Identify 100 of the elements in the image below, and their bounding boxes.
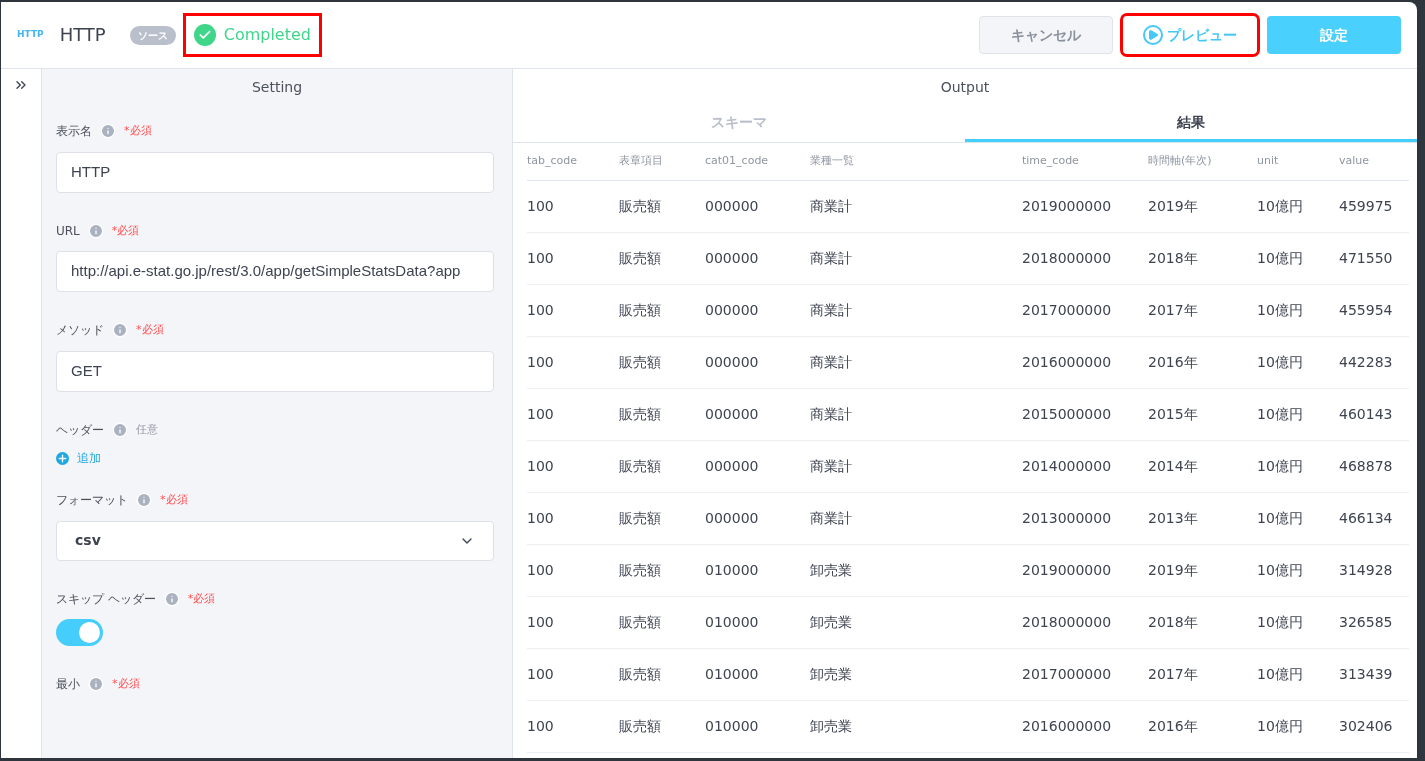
column-header: tab_code bbox=[527, 153, 579, 170]
table-cell-text: 000000 bbox=[705, 509, 760, 528]
table-cell-text: 販売額 bbox=[619, 249, 662, 268]
column-header: 表章項目 bbox=[619, 153, 664, 170]
column-header: cat01_code bbox=[705, 153, 770, 170]
table-cell-text: 000000 bbox=[705, 353, 760, 372]
input-field[interactable]: GET bbox=[56, 350, 494, 392]
table-cell-text: 2016年 bbox=[1148, 717, 1199, 736]
table-cell-text: 010000 bbox=[705, 561, 760, 580]
select-field[interactable]: csv bbox=[56, 520, 494, 561]
table-cell-text: 卸売業 bbox=[810, 613, 853, 632]
table-cell-text: 販売額 bbox=[619, 197, 662, 216]
table-cell-text: 460143 bbox=[1339, 405, 1394, 424]
table-cell-text: 商業計 bbox=[810, 509, 853, 528]
table-cell-text: 010000 bbox=[705, 665, 760, 684]
table-cell-text: 2019年 bbox=[1148, 197, 1199, 216]
table-cell-text: 卸売業 bbox=[810, 561, 853, 580]
field-label: フォーマット bbox=[56, 492, 128, 509]
table-cell-text: 2015000000 bbox=[1022, 405, 1113, 424]
table-cell-text: 442283 bbox=[1339, 353, 1394, 372]
column-header: value bbox=[1339, 153, 1371, 170]
table-cell-text: 100 bbox=[527, 509, 555, 528]
table-cell-text: 10億円 bbox=[1257, 561, 1304, 580]
table-cell-text: 010000 bbox=[705, 717, 760, 736]
table-cell-text: 100 bbox=[527, 197, 555, 216]
output-tab[interactable]: 結果 bbox=[965, 105, 1417, 142]
table-cell-text: 2017年 bbox=[1148, 301, 1199, 320]
table-cell-text: 100 bbox=[527, 301, 555, 320]
table-cell-text: 10億円 bbox=[1257, 197, 1304, 216]
table-cell-text: 2018000000 bbox=[1022, 249, 1113, 268]
table-cell-text: 卸売業 bbox=[810, 665, 853, 684]
table-cell-text: 商業計 bbox=[810, 197, 853, 216]
table-cell-text: 2017年 bbox=[1148, 665, 1199, 684]
info-icon[interactable] bbox=[88, 676, 104, 693]
table-cell-text: 2014年 bbox=[1148, 457, 1199, 476]
table-cell-text: 2013000000 bbox=[1022, 509, 1113, 528]
requirement-label: *必須 bbox=[112, 676, 140, 692]
info-icon[interactable] bbox=[136, 492, 152, 509]
table-cell-text: 10億円 bbox=[1257, 457, 1304, 476]
requirement-label: *必須 bbox=[160, 492, 188, 508]
table-cell-text: 販売額 bbox=[619, 301, 662, 320]
node-title: HTTP bbox=[59, 23, 106, 47]
info-icon[interactable] bbox=[112, 322, 128, 339]
table-cell-text: 326585 bbox=[1339, 613, 1394, 632]
input-field[interactable]: HTTP bbox=[56, 151, 494, 193]
table-cell-text: 000000 bbox=[705, 249, 760, 268]
info-icon[interactable] bbox=[100, 123, 116, 140]
table-cell-text: 2018年 bbox=[1148, 249, 1199, 268]
table-cell-text: 2017000000 bbox=[1022, 301, 1113, 320]
table-cell-text: 商業計 bbox=[810, 405, 853, 424]
table-cell-text: 2018000000 bbox=[1022, 613, 1113, 632]
table-cell-text: 卸売業 bbox=[810, 717, 853, 736]
toggle-switch[interactable] bbox=[56, 619, 103, 646]
table-cell-text: 10億円 bbox=[1257, 353, 1304, 372]
table-cell-text: 10億円 bbox=[1257, 613, 1304, 632]
table-cell-text: 000000 bbox=[705, 197, 760, 216]
requirement-label: 任意 bbox=[136, 421, 158, 438]
panel-title: Setting bbox=[250, 78, 304, 97]
table-cell-text: 314928 bbox=[1339, 561, 1394, 580]
table-cell-text: 2017000000 bbox=[1022, 665, 1113, 684]
table-cell-text: 商業計 bbox=[810, 457, 853, 476]
table-cell-text: 商業計 bbox=[810, 301, 853, 320]
http-logo: HTTP bbox=[17, 28, 44, 42]
table-cell-text: 10億円 bbox=[1257, 509, 1304, 528]
table-cell-text: 10億円 bbox=[1257, 665, 1304, 684]
table-cell-text: 2016000000 bbox=[1022, 717, 1113, 736]
status-indicator: Completed bbox=[185, 16, 319, 54]
table-cell-text: 100 bbox=[527, 405, 555, 424]
table-cell-text: 販売額 bbox=[619, 665, 662, 684]
column-header: time_code bbox=[1022, 153, 1080, 170]
table-cell-text: 10億円 bbox=[1257, 301, 1304, 320]
table-cell-text: 302406 bbox=[1339, 717, 1394, 736]
table-cell-text: 2016年 bbox=[1148, 353, 1199, 372]
requirement-label: *必須 bbox=[136, 322, 164, 338]
table-cell-text: 100 bbox=[527, 561, 555, 580]
table-cell-text: 471550 bbox=[1339, 249, 1394, 268]
column-header: unit bbox=[1257, 153, 1280, 170]
table-cell-text: 000000 bbox=[705, 301, 760, 320]
info-icon[interactable] bbox=[87, 222, 104, 239]
field-label: 表示名 bbox=[56, 123, 92, 140]
table-cell-text: 466134 bbox=[1339, 509, 1394, 528]
column-header: 時間軸(年次) bbox=[1148, 153, 1213, 170]
info-icon[interactable] bbox=[112, 421, 128, 438]
field-label: スキップ ヘッダー bbox=[56, 590, 156, 607]
table-cell-text: 100 bbox=[527, 613, 555, 632]
input-field[interactable]: http://api.e-stat.go.jp/rest/3.0/app/getSimpleStatsData?app bbox=[56, 251, 494, 292]
table-cell-text: 販売額 bbox=[619, 717, 662, 736]
table-cell-text: 販売額 bbox=[619, 509, 662, 528]
field-label: メソッド bbox=[56, 322, 104, 339]
table-cell-text: 10億円 bbox=[1257, 405, 1304, 424]
table-cell-text: 459975 bbox=[1339, 197, 1394, 216]
requirement-label: *必須 bbox=[111, 222, 140, 239]
table-cell-text: 000000 bbox=[705, 457, 760, 476]
table-cell-text: 2013年 bbox=[1148, 509, 1199, 528]
table-cell-text: 100 bbox=[527, 665, 555, 684]
table-cell-text: 2016000000 bbox=[1022, 353, 1113, 372]
table-cell-text: 2019000000 bbox=[1022, 561, 1113, 580]
info-icon[interactable] bbox=[163, 590, 180, 607]
table-cell-text: 2015年 bbox=[1148, 405, 1199, 424]
field-label: ヘッダー bbox=[56, 421, 104, 438]
